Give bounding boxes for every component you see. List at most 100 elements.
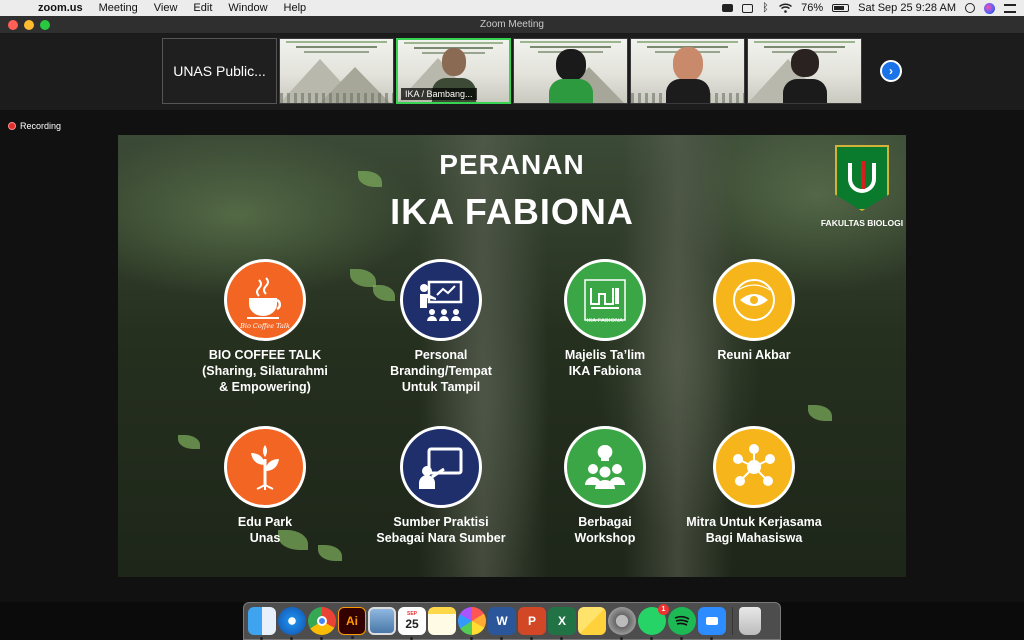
- role-item-sumber-praktisi: Sumber Praktisi Sebagai Nara Sumber: [356, 426, 526, 546]
- window-title-bar: Zoom Meeting: [0, 16, 1024, 34]
- participant-tile-video[interactable]: [513, 38, 628, 104]
- minimize-window-button[interactable]: [24, 20, 34, 30]
- role-item-majelis-talim: IKA FABIONA Majelis Ta’lim IKA Fabiona: [520, 259, 690, 379]
- leaf-decoration: [808, 405, 832, 421]
- calendar-icon[interactable]: SEP 25: [398, 607, 426, 640]
- participant-tile-slide[interactable]: [279, 38, 394, 104]
- trees-decoration: [280, 93, 393, 103]
- stickies-icon[interactable]: [578, 607, 606, 635]
- battery-fill: [834, 6, 845, 10]
- coffee-cup-icon: Bio Coffee Talk: [224, 259, 306, 341]
- system-preferences-icon[interactable]: [608, 607, 636, 640]
- word-label: W: [496, 614, 508, 628]
- recording-dot-icon: [8, 122, 16, 130]
- participant-tile-video[interactable]: [747, 38, 862, 104]
- zoom-video-icon[interactable]: [722, 4, 734, 12]
- excel-label: X: [557, 614, 566, 628]
- dock-separator: [732, 607, 733, 635]
- participant-video: [782, 45, 827, 103]
- menu-help[interactable]: Help: [284, 2, 307, 14]
- role-item-label: Personal Branding/Tempat Untuk Tampil: [390, 348, 492, 394]
- bluetooth-icon[interactable]: ᛒ: [762, 3, 770, 14]
- role-item-bio-coffee-talk: Bio Coffee Talk BIO COFFEE TALK (Sharing…: [180, 259, 350, 395]
- recording-label: Recording: [20, 121, 62, 131]
- role-item-label: Majelis Ta’lim IKA Fabiona: [564, 348, 646, 378]
- close-window-button[interactable]: [8, 20, 18, 30]
- menu-window[interactable]: Window: [228, 2, 267, 14]
- leaf-decoration: [318, 545, 342, 561]
- wifi-icon[interactable]: [779, 3, 793, 13]
- menu-edit[interactable]: Edit: [193, 2, 212, 14]
- excel-icon[interactable]: X: [548, 607, 576, 640]
- finder-icon[interactable]: [248, 607, 276, 640]
- maximize-window-button[interactable]: [40, 20, 50, 30]
- participant-tile-active-speaker[interactable]: IKA / Bambang...: [396, 38, 511, 104]
- plant-icon: [224, 426, 306, 508]
- battery-icon[interactable]: [832, 4, 850, 12]
- workshop-icon: [564, 426, 646, 508]
- menu-meeting[interactable]: Meeting: [99, 2, 138, 14]
- role-item-mitra-kerjasama: Mitra Untuk Kerjasama Bagi Mahasiswa: [669, 426, 839, 546]
- slide-title-line1: PERANAN: [439, 149, 585, 180]
- network-icon: [713, 426, 795, 508]
- participant-tile-name-only[interactable]: UNAS Public...: [162, 38, 277, 104]
- trash-icon[interactable]: [739, 607, 761, 635]
- role-item-label: Edu Park Unas: [237, 515, 293, 545]
- recording-indicator[interactable]: Recording: [8, 121, 61, 131]
- powerpoint-icon[interactable]: P: [518, 607, 546, 640]
- chrome-icon[interactable]: [308, 607, 336, 640]
- teaching-icon: [400, 426, 482, 508]
- menu-view[interactable]: View: [154, 2, 178, 14]
- majelis-logo-icon: IKA FABIONA: [564, 259, 646, 341]
- status-tray: ᛒ 76% Sat Sep 25 9:28 AM: [722, 0, 1016, 16]
- clock[interactable]: Sat Sep 25 9:28 AM: [858, 2, 956, 14]
- whatsapp-icon[interactable]: 1: [638, 604, 669, 640]
- screen-share-icon[interactable]: [742, 3, 754, 13]
- notes-icon[interactable]: [428, 607, 456, 635]
- role-item-label: Mitra Untuk Kerjasama Bagi Mahasiswa: [686, 515, 822, 545]
- zoom-icon[interactable]: [698, 607, 726, 640]
- chevron-right-icon: ›: [889, 64, 893, 78]
- battery-percent: 76%: [801, 2, 824, 14]
- coffee-caption: Bio Coffee Talk: [240, 322, 290, 330]
- control-center-icon[interactable]: [1004, 3, 1016, 13]
- role-item-personal-branding: Personal Branding/Tempat Untuk Tampil: [356, 259, 526, 395]
- dock: Ai SEP 25 W P X 1: [243, 602, 781, 640]
- photos-icon[interactable]: [458, 607, 486, 640]
- role-item-edu-park: Edu Park Unas: [180, 426, 350, 546]
- preview-icon[interactable]: [368, 607, 396, 635]
- role-item-label: Berbagai Workshop: [574, 515, 636, 545]
- participant-tile-video[interactable]: [630, 38, 745, 104]
- reunion-logo-icon: [713, 259, 795, 341]
- siri-icon[interactable]: [984, 2, 995, 14]
- role-item-label: Sumber Praktisi Sebagai Nara Sumber: [376, 515, 506, 545]
- notification-badge: 1: [658, 604, 669, 615]
- presenter-icon: [400, 259, 482, 341]
- menu-app-name[interactable]: zoom.us: [38, 2, 83, 14]
- spotlight-search-icon[interactable]: [965, 3, 975, 13]
- illustrator-label: Ai: [346, 614, 358, 628]
- role-item-label: Reuni Akbar: [717, 348, 791, 362]
- calendar-day: 25: [405, 617, 419, 631]
- illustrator-icon[interactable]: Ai: [338, 607, 366, 639]
- participant-name: UNAS Public...: [173, 63, 266, 79]
- window-title: Zoom Meeting: [480, 19, 544, 30]
- background-title-decoration: [286, 41, 387, 55]
- participant-video: [548, 45, 593, 103]
- role-item-reuni-akbar: Reuni Akbar: [669, 259, 839, 363]
- word-icon[interactable]: W: [488, 607, 516, 640]
- majelis-caption: IKA FABIONA: [586, 318, 624, 324]
- next-page-button[interactable]: ›: [880, 60, 902, 82]
- menu-bar: zoom.us Meeting View Edit Window Help ᛒ …: [0, 0, 1024, 16]
- role-item-label: BIO COFFEE TALK (Sharing, Silaturahmi & …: [202, 348, 328, 394]
- window-controls: [8, 20, 50, 30]
- role-item-workshop: Berbagai Workshop: [520, 426, 690, 546]
- spotify-icon[interactable]: [668, 607, 696, 640]
- powerpoint-label: P: [527, 614, 536, 628]
- logo-label: FAKULTAS BIOLOGI: [820, 218, 904, 228]
- safari-icon[interactable]: [278, 607, 306, 640]
- participant-name-tag: IKA / Bambang...: [401, 88, 477, 100]
- participant-filmstrip: UNAS Public... IKA / Bambang... ›: [0, 34, 1024, 110]
- shared-screen-area: Recording PERANAN IKA FABIONA FAKULTAS B…: [0, 110, 1024, 602]
- participant-video: [665, 45, 710, 103]
